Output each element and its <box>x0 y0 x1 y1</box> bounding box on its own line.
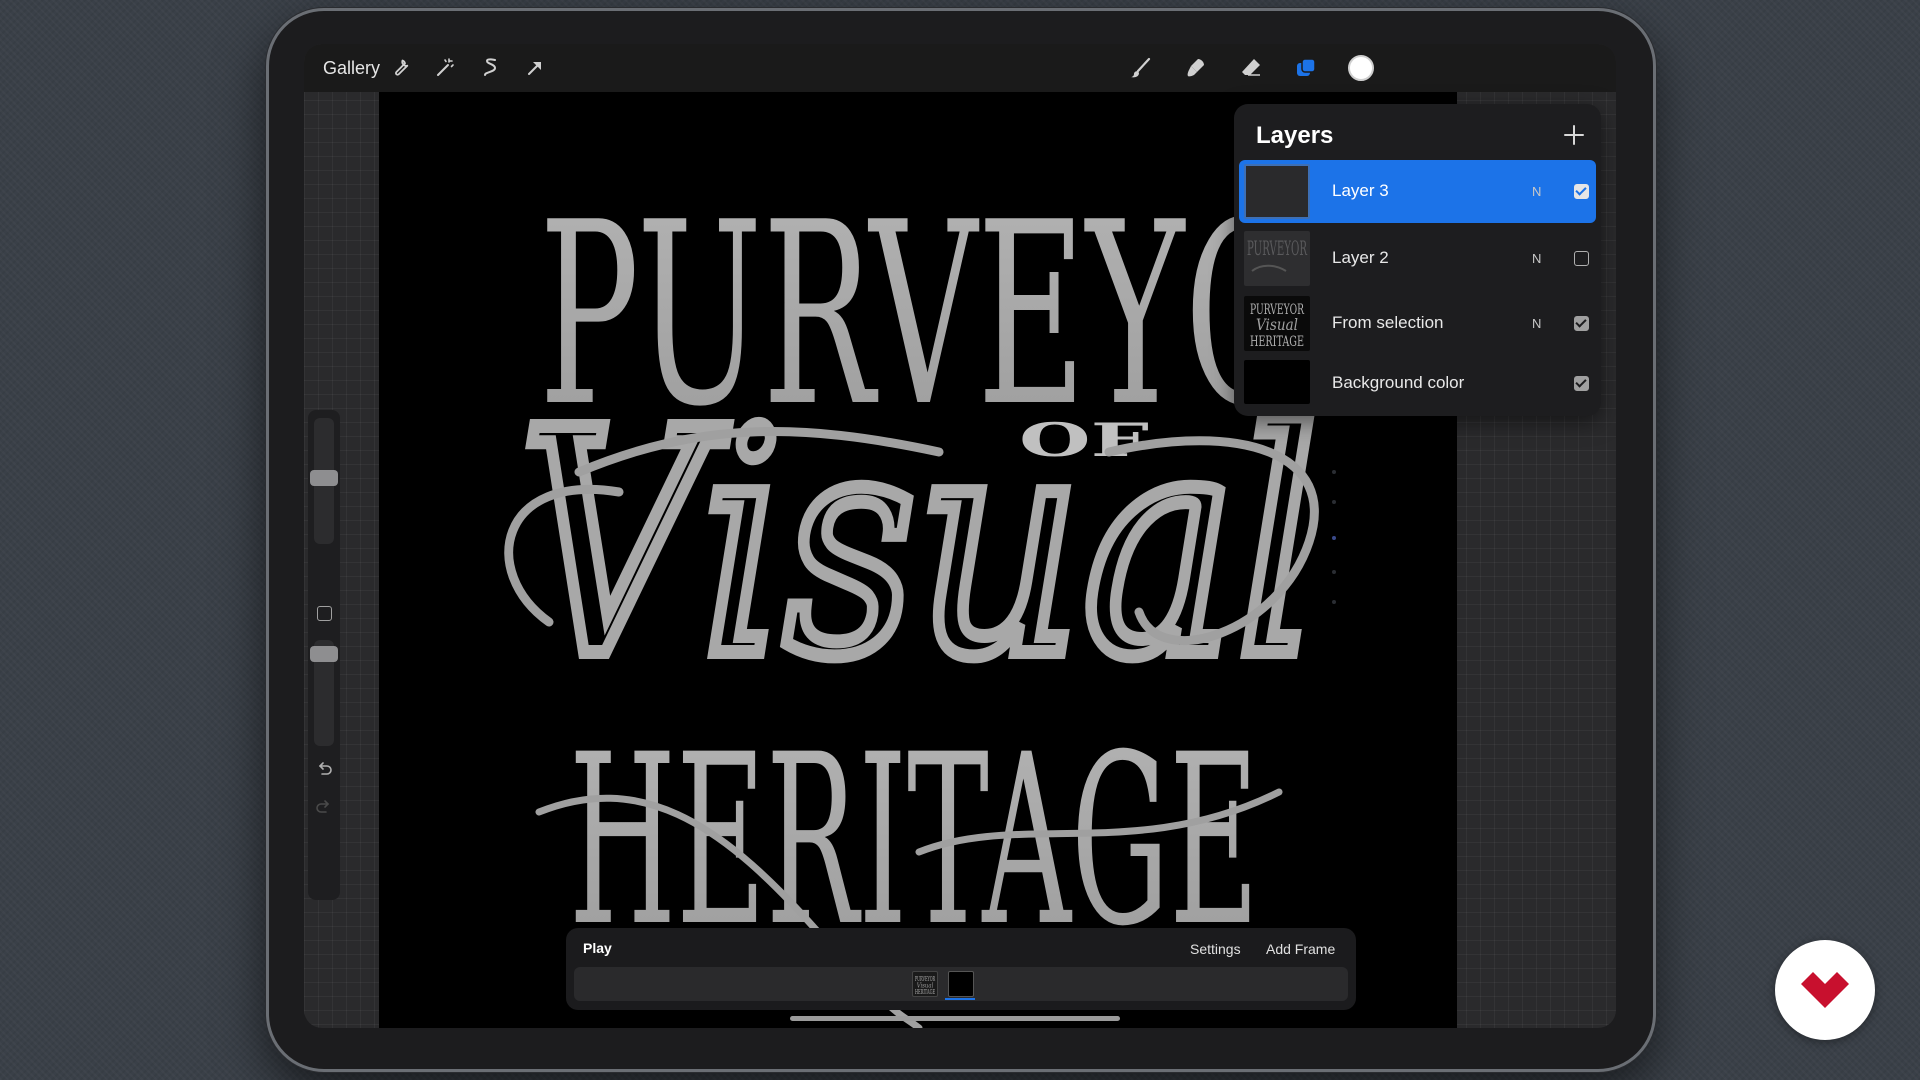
ipad-edge-sensors <box>1328 470 1340 620</box>
layer-name: Background color <box>1332 373 1465 392</box>
logo-mark-icon <box>1801 972 1849 1008</box>
animation-assist-bar: Play Settings Add Frame PURVEYOR Visual HE… <box>566 928 1356 1010</box>
redo-icon[interactable] <box>314 798 334 818</box>
left-sidebar <box>308 410 340 900</box>
wrench-icon[interactable] <box>388 56 412 80</box>
layer-row-background-color[interactable]: Background color <box>1239 358 1596 408</box>
plus-icon[interactable] <box>1561 122 1587 148</box>
modify-button[interactable] <box>317 606 332 621</box>
layer-row-from-selection[interactable]: PURVEYOR Visual HERITAGE From selection N <box>1239 292 1596 355</box>
brush-size-thumb[interactable] <box>310 470 338 486</box>
svg-text:HERITAGE: HERITAGE <box>915 988 935 996</box>
settings-button[interactable]: Settings <box>1190 941 1241 957</box>
selection-icon[interactable] <box>478 56 502 80</box>
layer-thumbnail <box>1244 360 1310 404</box>
artwork-line-visual: Visual <box>519 365 1319 726</box>
add-frame-button[interactable]: Add Frame <box>1266 941 1335 957</box>
visibility-checkbox[interactable] <box>1574 376 1589 391</box>
layer-row-layer-2[interactable]: PURVEYOR Layer 2 N <box>1239 227 1596 290</box>
blend-mode-label[interactable]: N <box>1532 184 1541 199</box>
layer-name: Layer 3 <box>1332 181 1389 200</box>
frame-thumbnail[interactable]: PURVEYOR Visual HERITAGE <box>912 971 938 997</box>
layer-row-layer-3[interactable]: Layer 3 N <box>1239 160 1596 223</box>
frame-thumbnail[interactable] <box>948 971 974 997</box>
color-swatch[interactable] <box>1348 55 1374 81</box>
eraser-icon[interactable] <box>1239 56 1263 80</box>
play-button[interactable]: Play <box>583 940 612 956</box>
home-indicator[interactable] <box>790 1016 1120 1021</box>
layer-thumbnail <box>1244 164 1310 219</box>
gallery-button[interactable]: Gallery <box>323 58 380 79</box>
visibility-checkbox[interactable] <box>1574 251 1589 266</box>
layers-panel-title: Layers <box>1256 122 1334 149</box>
blend-mode-label[interactable]: N <box>1532 316 1541 331</box>
selected-frame-indicator <box>945 998 975 1000</box>
transform-arrow-icon[interactable] <box>523 56 547 80</box>
svg-text:HERITAGE: HERITAGE <box>1250 334 1304 350</box>
svg-text:Visual: Visual <box>1256 315 1298 334</box>
procreate-screen: Gallery PURVEYOR OF Visual HERITAGE Laye… <box>304 44 1616 1028</box>
frame-timeline[interactable]: PURVEYOR Visual HERITAGE <box>574 967 1348 1001</box>
top-toolbar: Gallery <box>304 44 1616 92</box>
opacity-thumb[interactable] <box>310 646 338 662</box>
layer-thumbnail: PURVEYOR <box>1244 231 1310 286</box>
layer-name: Layer 2 <box>1332 248 1389 267</box>
visibility-checkbox[interactable] <box>1574 184 1589 199</box>
visibility-checkbox[interactable] <box>1574 316 1589 331</box>
undo-icon[interactable] <box>314 760 334 780</box>
blend-mode-label[interactable]: N <box>1532 251 1541 266</box>
brush-icon[interactable] <box>1129 56 1153 80</box>
channel-logo <box>1775 940 1875 1040</box>
smudge-icon[interactable] <box>1184 56 1208 80</box>
layers-panel: Layers Layer 3 N PURVEYOR Layer 2 N PURV… <box>1234 104 1601 416</box>
layers-icon[interactable] <box>1294 56 1318 80</box>
magic-wand-icon[interactable] <box>433 56 457 80</box>
layer-name: From selection <box>1332 313 1444 332</box>
layer-thumbnail: PURVEYOR Visual HERITAGE <box>1244 296 1310 351</box>
svg-text:PURVEYOR: PURVEYOR <box>1247 236 1307 260</box>
